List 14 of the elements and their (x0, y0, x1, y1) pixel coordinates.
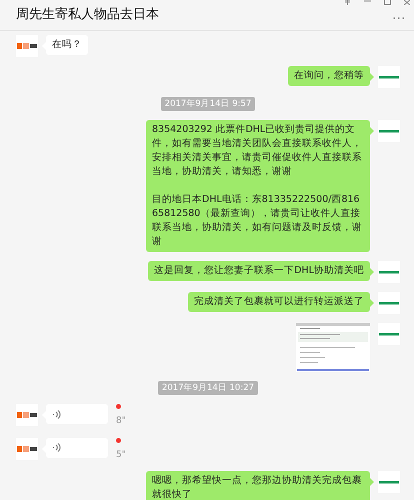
sound-wave-icon (52, 410, 61, 418)
timestamp: 2017年9月14日 10:27 (158, 381, 258, 395)
message-paragraph: 目的地日本DHL电话：东81335222500/西81665812580（最新查询），请贵司让收件人直接联系当地，协助清关，如有问题请及时反馈，谢谢 (152, 193, 363, 249)
voice-duration: 8" (116, 415, 126, 428)
close-icon[interactable] (404, 0, 410, 5)
window-title: 周先生寄私人物品去日本 (16, 6, 159, 24)
timestamp: 2017年9月14日 9:57 (160, 97, 256, 111)
message-paragraph: 8354203292 此票件DHL已收到贵司提供的文件，如有需要当地清关团队会直接联系收件人，安排相关清关事宜，请贵司催促收件人直接联系当地，协助清关，请知悉，谢谢 (152, 123, 363, 179)
minimize-icon[interactable] (364, 0, 371, 3)
more-button[interactable]: ··· (392, 10, 406, 28)
voice-duration: 5" (116, 448, 126, 462)
pin-icon[interactable] (344, 0, 351, 5)
sound-wave-icon (52, 443, 61, 452)
maximize-icon[interactable] (384, 0, 391, 5)
